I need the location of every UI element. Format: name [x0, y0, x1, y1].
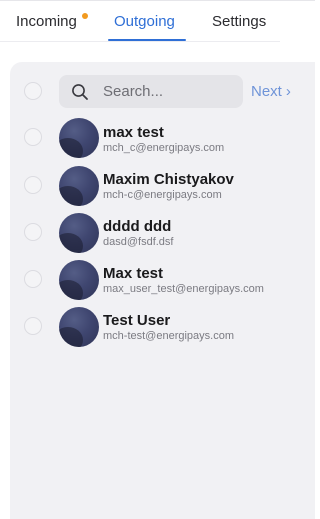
- user-name: dddd ddd: [103, 218, 172, 235]
- select-all-radio[interactable]: [24, 82, 42, 100]
- user-select-radio[interactable]: [24, 317, 42, 335]
- user-email: mch-test@energipays.com: [103, 330, 234, 342]
- user-name: Test User: [103, 312, 171, 329]
- user-row[interactable]: Maxim Chistyakov mch-c@energipays.com: [0, 163, 315, 207]
- user-email: mch_c@energipays.com: [103, 142, 225, 154]
- avatar: [59, 260, 99, 300]
- avatar: [59, 213, 99, 253]
- user-email: mch-c@energipays.com: [103, 189, 222, 201]
- avatar: [59, 118, 99, 158]
- search-icon: [71, 83, 89, 101]
- user-select-radio[interactable]: [24, 176, 42, 194]
- user-row[interactable]: dddd ddd dasd@fsdf.dsf: [0, 210, 315, 254]
- avatar: [59, 166, 99, 206]
- tab-settings[interactable]: Settings: [212, 13, 266, 30]
- user-select-radio[interactable]: [24, 128, 42, 146]
- user-row[interactable]: Max test max_user_test@energipays.com: [0, 257, 315, 301]
- tab-incoming[interactable]: Incoming: [16, 13, 77, 30]
- user-email: max_user_test@energipays.com: [103, 283, 264, 295]
- user-name: Max test: [103, 265, 164, 282]
- user-select-radio[interactable]: [24, 270, 42, 288]
- next-label: Next: [251, 83, 282, 100]
- user-row[interactable]: Test User mch-test@energipays.com: [0, 304, 315, 348]
- tab-outgoing[interactable]: Outgoing: [114, 13, 175, 30]
- search-input[interactable]: [103, 75, 233, 108]
- tab-divider: [0, 41, 280, 42]
- active-tab-indicator: [108, 39, 186, 41]
- user-email: dasd@fsdf.dsf: [103, 236, 174, 248]
- user-name: Maxim Chistyakov: [103, 171, 234, 188]
- next-page-button[interactable]: Next ›: [251, 83, 291, 100]
- chevron-right-icon: ›: [285, 83, 291, 100]
- tab-bar: Incoming Outgoing Settings: [0, 0, 315, 44]
- avatar: [59, 307, 99, 347]
- notification-dot: [82, 13, 88, 19]
- user-select-radio[interactable]: [24, 223, 42, 241]
- user-row[interactable]: max test mch_c@energipays.com: [0, 116, 315, 160]
- user-name: max test: [103, 124, 164, 141]
- search-box: [59, 75, 243, 108]
